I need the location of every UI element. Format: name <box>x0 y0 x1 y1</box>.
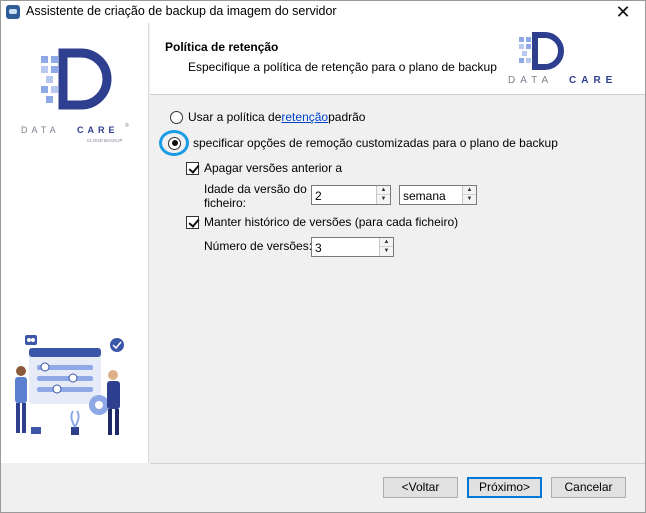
custom-policy-radio[interactable] <box>168 136 181 150</box>
datacare-logo-mark <box>41 48 112 110</box>
keep-history-checkbox[interactable] <box>186 215 199 229</box>
age-unit-down-icon[interactable]: ▼ <box>463 195 476 204</box>
version-age-arrows[interactable]: ▲ ▼ <box>376 186 390 204</box>
custom-policy-label: specificar opções de remoção customizada… <box>193 136 558 150</box>
page-title: Política de retenção <box>165 40 279 54</box>
window-title: Assistente de criação de backup da image… <box>26 4 337 18</box>
back-button[interactable]: <Voltar <box>383 477 458 498</box>
brand-word-1: DATA <box>21 125 60 135</box>
version-age-label-line1: Idade da versão do <box>204 182 307 196</box>
team-illustration <box>15 335 124 435</box>
version-count-down-icon[interactable]: ▼ <box>380 247 393 256</box>
left-panel: DATA CARE ® CLOUD BACKUP <box>1 23 149 463</box>
age-unit-arrows[interactable]: ▲ ▼ <box>462 186 476 204</box>
retention-options: Usar a política de retenção padrão speci… <box>150 96 645 463</box>
version-age-up-icon[interactable]: ▲ <box>377 186 390 195</box>
wizard-window: Assistente de criação de backup da image… <box>0 0 646 513</box>
brand-word-2: CARE <box>77 125 119 135</box>
wizard-footer: <Voltar Próximo> Cancelar <box>150 463 645 512</box>
wizard-header: Política de retenção Especifique a polít… <box>150 23 645 95</box>
version-count-value: 3 <box>315 241 322 255</box>
age-unit-up-icon[interactable]: ▲ <box>463 186 476 195</box>
header-logo: DATA CARE <box>508 32 617 86</box>
version-count-arrows[interactable]: ▲ ▼ <box>379 238 393 256</box>
version-count-up-icon[interactable]: ▲ <box>380 238 393 247</box>
brand-registered: ® <box>125 122 129 129</box>
delete-versions-label: Apagar versões anterior a <box>204 161 343 175</box>
header-brand-word-1: DATA <box>508 75 553 86</box>
keep-history-option[interactable]: Manter histórico de versões (para cada f… <box>186 215 458 229</box>
age-unit-stepper[interactable]: semana ▲ ▼ <box>399 185 477 205</box>
version-age-down-icon[interactable]: ▼ <box>377 195 390 204</box>
page-subtitle: Especifique a política de retenção para … <box>188 60 497 74</box>
age-unit-value: semana <box>403 189 446 203</box>
cancel-button[interactable]: Cancelar <box>551 477 626 498</box>
keep-history-label: Manter histórico de versões (para cada f… <box>204 215 459 229</box>
retention-link[interactable]: retenção <box>281 110 328 124</box>
version-age-label-line2: ficheiro: <box>204 196 247 210</box>
version-count-label: Número de versões: <box>204 239 313 253</box>
title-bar: Assistente de criação de backup da image… <box>1 1 645 23</box>
default-policy-prefix: Usar a política de <box>188 110 282 124</box>
close-button[interactable]: ✕ <box>611 1 635 23</box>
version-age-stepper[interactable]: 2 ▲ ▼ <box>311 185 391 205</box>
version-age-value: 2 <box>315 189 322 203</box>
delete-versions-option[interactable]: Apagar versões anterior a <box>186 161 342 175</box>
default-policy-radio[interactable] <box>170 110 183 124</box>
custom-policy-option[interactable]: specificar opções de remoção customizada… <box>168 136 558 150</box>
next-button[interactable]: Próximo> <box>467 477 542 498</box>
version-count-stepper[interactable]: 3 ▲ ▼ <box>311 237 394 257</box>
version-age-label: Idade da versão do ficheiro: <box>204 182 307 210</box>
default-policy-option[interactable]: Usar a política de retenção padrão <box>170 110 365 124</box>
default-policy-suffix: padrão <box>328 110 366 124</box>
app-icon <box>6 5 20 19</box>
delete-versions-checkbox[interactable] <box>186 161 199 175</box>
left-panel-art: DATA CARE ® CLOUD BACKUP <box>15 48 129 435</box>
header-brand-word-2: CARE <box>569 75 617 86</box>
brand-tagline: CLOUD BACKUP <box>87 138 123 143</box>
